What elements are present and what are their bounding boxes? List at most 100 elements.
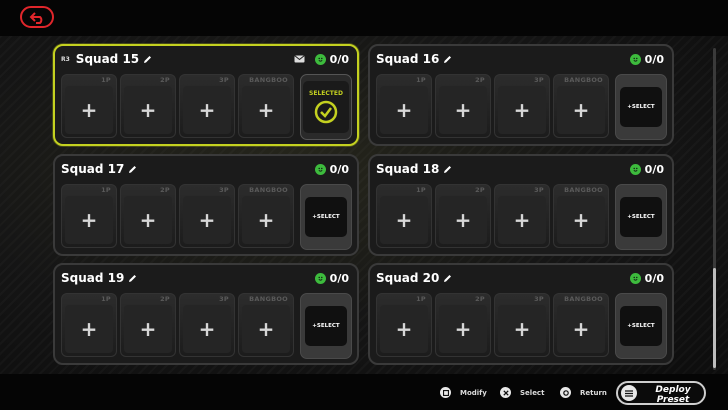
slot-label: 3P (534, 295, 544, 303)
plus-icon: + (572, 208, 590, 232)
slot-label: BANGBOO (249, 295, 288, 303)
slot-bangboo[interactable]: BANGBOO + (238, 74, 294, 138)
plus-icon: + (395, 317, 413, 341)
slot-label: 1P (101, 76, 111, 84)
pencil-icon[interactable] (443, 55, 452, 64)
squad-card-19[interactable]: Squad 19 0/0 1P + 2P + 3P + BANGBOO + +SELEC… (53, 263, 359, 365)
plus-icon: + (198, 317, 216, 341)
bottom-bar: Modify Select Return Deploy Preset (0, 374, 728, 410)
squad-card-20[interactable]: Squad 20 0/0 1P + 2P + 3P + BANGBOO + +SELEC… (368, 263, 674, 365)
plus-icon: + (395, 98, 413, 122)
slot-label: 1P (101, 295, 111, 303)
square-button-icon (440, 387, 451, 398)
slot-label: 2P (475, 295, 485, 303)
scrollbar-thumb[interactable] (713, 268, 716, 368)
slot-1p[interactable]: 1P + (61, 184, 117, 248)
slot-3p[interactable]: 3P + (494, 293, 550, 357)
plus-icon: + (257, 317, 275, 341)
slot-1p[interactable]: 1P + (61, 74, 117, 138)
smile-icon (314, 272, 326, 284)
slot-2p[interactable]: 2P + (120, 74, 176, 138)
smile-icon (314, 53, 326, 65)
squad-card-15[interactable]: R3 Squad 15 0/0 1P + 2P + 3P + BANGBOO + SEL… (53, 44, 359, 146)
select-button[interactable]: +SELECT (300, 293, 352, 359)
pencil-icon[interactable] (143, 55, 152, 64)
squad-title: Squad 17 (61, 162, 125, 176)
plus-icon: + (139, 317, 157, 341)
slot-2p[interactable]: 2P + (435, 74, 491, 138)
slot-3p[interactable]: 3P + (179, 74, 235, 138)
slot-label: 3P (219, 295, 229, 303)
deploy-preset-button[interactable]: Deploy Preset (616, 381, 706, 405)
select-button[interactable]: +SELECT (615, 74, 667, 140)
plus-icon: + (139, 208, 157, 232)
slot-1p[interactable]: 1P + (376, 74, 432, 138)
slot-3p[interactable]: 3P + (179, 184, 235, 248)
plus-icon: + (513, 208, 531, 232)
select-button[interactable]: +SELECT (615, 293, 667, 359)
plus-icon: + (572, 98, 590, 122)
select-hint[interactable]: Select (500, 387, 544, 398)
slot-2p[interactable]: 2P + (435, 184, 491, 248)
slot-label: 1P (101, 186, 111, 194)
smile-icon (629, 53, 641, 65)
select-label: +SELECT (627, 323, 655, 329)
squad-count: 0/0 (644, 162, 664, 176)
slot-2p[interactable]: 2P + (435, 293, 491, 357)
return-arrow-icon (29, 12, 43, 24)
selected-button[interactable]: SELECTED (300, 74, 352, 140)
smile-icon (629, 272, 641, 284)
slot-3p[interactable]: 3P + (494, 184, 550, 248)
slot-label: BANGBOO (249, 186, 288, 194)
slot-2p[interactable]: 2P + (120, 184, 176, 248)
slot-label: 3P (219, 186, 229, 194)
slot-label: 3P (219, 76, 229, 84)
squad-card-17[interactable]: Squad 17 0/0 1P + 2P + 3P + BANGBOO + +SELEC… (53, 154, 359, 256)
mail-icon (293, 55, 305, 63)
squad-count: 0/0 (329, 271, 349, 285)
pencil-icon[interactable] (128, 165, 137, 174)
plus-icon: + (454, 98, 472, 122)
modify-hint[interactable]: Modify (440, 387, 487, 398)
plus-icon: + (80, 98, 98, 122)
select-button[interactable]: +SELECT (300, 184, 352, 250)
slot-2p[interactable]: 2P + (120, 293, 176, 357)
select-button[interactable]: +SELECT (615, 184, 667, 250)
pencil-icon[interactable] (128, 274, 137, 283)
selected-label: SELECTED (309, 90, 343, 97)
squad-card-18[interactable]: Squad 18 0/0 1P + 2P + 3P + BANGBOO + +SELEC… (368, 154, 674, 256)
slot-label: BANGBOO (564, 295, 603, 303)
slot-bangboo[interactable]: BANGBOO + (238, 184, 294, 248)
plus-icon: + (139, 98, 157, 122)
slot-3p[interactable]: 3P + (494, 74, 550, 138)
squad-title: Squad 20 (376, 271, 440, 285)
slot-bangboo[interactable]: BANGBOO + (553, 184, 609, 248)
scrollbar[interactable] (713, 48, 716, 370)
circle-button-icon (560, 387, 571, 398)
plus-icon: + (198, 208, 216, 232)
slot-bangboo[interactable]: BANGBOO + (238, 293, 294, 357)
r3-button-hint: R3 (61, 55, 70, 63)
slot-label: 2P (160, 186, 170, 194)
pencil-icon[interactable] (443, 274, 452, 283)
slot-1p[interactable]: 1P + (61, 293, 117, 357)
top-bar (0, 0, 728, 36)
squad-card-16[interactable]: Squad 16 0/0 1P + 2P + 3P + BANGBOO + +SELEC… (368, 44, 674, 146)
slot-bangboo[interactable]: BANGBOO + (553, 74, 609, 138)
slot-label: 1P (416, 186, 426, 194)
return-hint[interactable]: Return (560, 387, 607, 398)
smile-icon (314, 163, 326, 175)
slot-label: BANGBOO (564, 76, 603, 84)
plus-icon: + (257, 208, 275, 232)
select-label: +SELECT (312, 214, 340, 220)
back-button[interactable] (20, 6, 54, 28)
slot-1p[interactable]: 1P + (376, 184, 432, 248)
pencil-icon[interactable] (443, 165, 452, 174)
plus-icon: + (198, 98, 216, 122)
slot-3p[interactable]: 3P + (179, 293, 235, 357)
slot-bangboo[interactable]: BANGBOO + (553, 293, 609, 357)
slot-1p[interactable]: 1P + (376, 293, 432, 357)
deploy-preset-label: Deploy Preset (655, 385, 691, 405)
smile-icon (629, 163, 641, 175)
slot-label: BANGBOO (249, 76, 288, 84)
